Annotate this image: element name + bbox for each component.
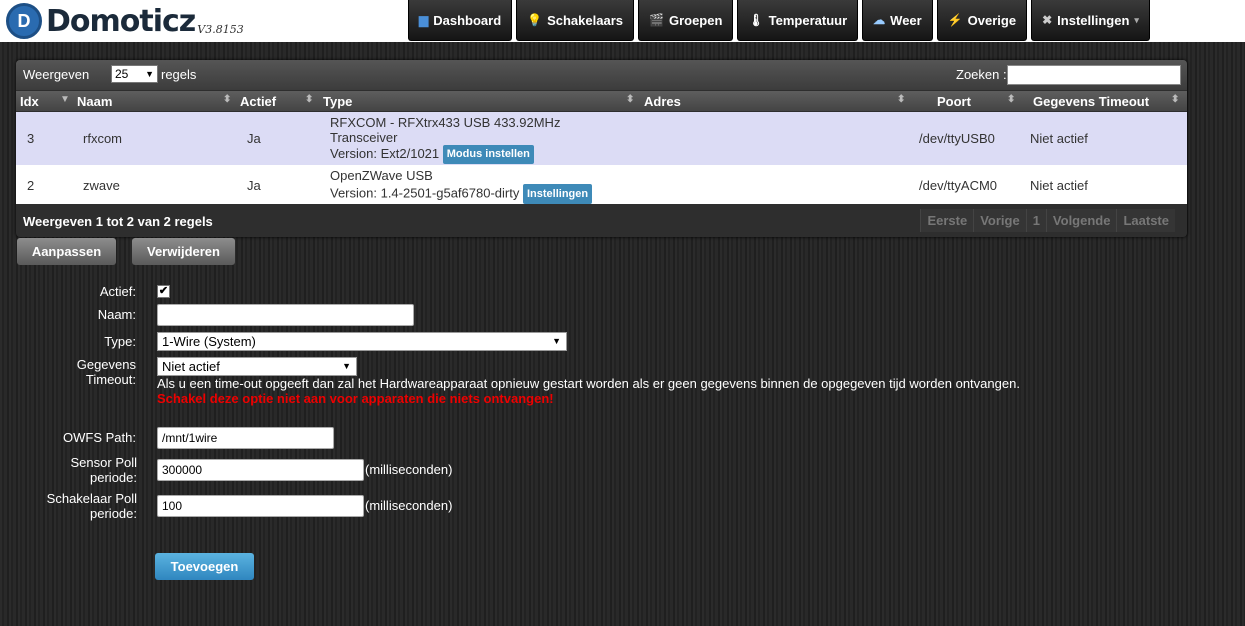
type-label: Type: — [104, 334, 136, 349]
name-label: Naam: — [97, 307, 136, 322]
scenes-icon: 🎬 — [649, 13, 664, 27]
sort-icon: ⬍ — [897, 94, 906, 105]
page-previous[interactable]: Vorige — [973, 209, 1026, 232]
timeout-warning: Schakel deze optie niet aan voor apparat… — [157, 391, 554, 406]
nav-utility[interactable]: ⚡ Overige — [936, 0, 1028, 41]
switch-poll-label: Schakelaar Poll periode: — [46, 491, 137, 521]
cell-port: /dev/ttyACM0 — [919, 178, 998, 193]
app-version: V3.8153 — [197, 22, 244, 36]
nav-temperature[interactable]: 🌡 Temperatuur — [737, 0, 859, 41]
col-timeout[interactable]: Gegevens Timeout — [1033, 94, 1149, 109]
page-first[interactable]: Eerste — [920, 209, 974, 232]
col-active[interactable]: Actief — [240, 94, 276, 109]
settings-button[interactable]: Instellingen — [522, 184, 593, 204]
table-row[interactable]: 3 rfxcom Ja RFXCOM - RFXtrx433 USB 433.9… — [16, 112, 1187, 165]
page-last[interactable]: Laatste — [1116, 209, 1175, 232]
rows-label: regels — [161, 67, 197, 82]
chevron-down-icon: ▼ — [145, 69, 154, 79]
timeout-select[interactable]: Niet actief ▼ — [157, 357, 357, 376]
sort-icon: ⬍ — [626, 94, 635, 105]
search-input[interactable] — [1007, 65, 1181, 85]
table-header: Idx ▼ Naam ⬍ Actief ⬍ Type ⬍ Adres ⬍ Poo… — [16, 91, 1187, 111]
cell-idx: 3 — [27, 131, 35, 146]
sensor-poll-unit: (milliseconden) — [365, 462, 453, 477]
switch-poll-field[interactable]: 100 — [157, 495, 364, 517]
pagination: Eerste Vorige 1 Volgende Laatste — [920, 209, 1175, 232]
show-label: Weergeven — [23, 67, 90, 82]
tools-icon: ✖ — [1042, 13, 1053, 27]
sort-icon: ⬍ — [1007, 94, 1016, 105]
cell-active: Ja — [247, 131, 261, 146]
table-row[interactable]: 2 zwave Ja OpenZWave USB Version: 1.4-25… — [16, 165, 1187, 204]
owfs-path-field[interactable]: /mnt/1wire — [157, 427, 334, 449]
sensor-poll-label: Sensor Poll periode: — [70, 455, 137, 485]
app-name: Domoticz — [46, 3, 196, 39]
active-checkbox[interactable]: ✔ — [157, 285, 170, 298]
name-field[interactable] — [157, 304, 414, 326]
sort-icon: ⬍ — [223, 94, 232, 105]
nav-dashboard[interactable]: ▆ Dashboard — [408, 0, 513, 41]
active-label: Actief: — [99, 284, 136, 299]
sort-desc-icon: ▼ — [60, 94, 70, 105]
col-port[interactable]: Poort — [937, 94, 971, 109]
switch-poll-unit: (milliseconden) — [365, 498, 453, 513]
search-label: Zoeken : — [956, 67, 1007, 82]
dashboard-icon: ▆ — [419, 13, 429, 27]
owfs-path-label: OWFS Path: — [63, 430, 136, 445]
cell-type: RFXCOM - RFXtrx433 USB 433.92MHz Transce… — [330, 115, 560, 164]
page-length-select[interactable]: 25 ▼ — [111, 65, 158, 83]
cell-timeout: Niet actief — [1030, 131, 1088, 146]
col-name[interactable]: Naam — [77, 94, 112, 109]
sensor-poll-field[interactable]: 300000 — [157, 459, 364, 481]
nav-scenes[interactable]: 🎬 Groepen — [638, 0, 734, 41]
delete-button[interactable]: Verwijderen — [132, 238, 235, 265]
update-button[interactable]: Aanpassen — [17, 238, 116, 265]
hardware-table-panel: Weergeven 25 ▼ regels Zoeken : Idx ▼ Naam… — [16, 60, 1187, 237]
nav-weather[interactable]: ☁ Weer — [862, 0, 933, 41]
top-header: D Domoticz V3.8153 ▆ Dashboard 💡 Schakelaa… — [0, 0, 1245, 42]
timeout-note: Als u een time-out opgeeft dan zal het H… — [157, 376, 1020, 391]
add-button[interactable]: Toevoegen — [155, 553, 254, 580]
set-mode-button[interactable]: Modus instellen — [442, 145, 534, 164]
type-select[interactable]: 1-Wire (System) ▼ — [157, 332, 567, 351]
col-idx[interactable]: Idx — [20, 94, 39, 109]
nav-switches[interactable]: 💡 Schakelaars — [516, 0, 634, 41]
page-next[interactable]: Volgende — [1045, 209, 1117, 232]
timeout-label: Gegevens Timeout: — [76, 357, 136, 387]
table-toolbar: Weergeven 25 ▼ regels Zoeken : — [16, 60, 1187, 90]
col-type[interactable]: Type — [323, 94, 352, 109]
cell-name: rfxcom — [83, 131, 122, 146]
chevron-down-icon: ▼ — [552, 336, 561, 346]
thermometer-icon: 🌡 — [748, 13, 764, 27]
logo[interactable]: D Domoticz V3.8153 — [6, 3, 244, 39]
utility-icon: ⚡ — [947, 13, 963, 27]
table-info: Weergeven 1 tot 2 van 2 regels — [23, 214, 213, 229]
sort-icon: ⬍ — [305, 94, 314, 105]
nav-setup[interactable]: ✖ Instellingen ▾ — [1031, 0, 1150, 41]
sort-icon: ⬍ — [1171, 94, 1180, 105]
chevron-down-icon: ▼ — [342, 361, 351, 371]
weather-icon: ☁ — [873, 13, 886, 27]
cell-idx: 2 — [27, 178, 35, 193]
cell-name: zwave — [83, 178, 120, 193]
cell-timeout: Niet actief — [1030, 178, 1088, 193]
domoticz-logo-icon: D — [6, 3, 42, 39]
chevron-down-icon: ▾ — [1134, 14, 1139, 25]
lightbulb-icon: 💡 — [527, 13, 543, 27]
cell-type: OpenZWave USB Version: 1.4-2501-g5af6780… — [330, 168, 593, 204]
main-nav: ▆ Dashboard 💡 Schakelaars 🎬 Groepen 🌡 Temper… — [408, 0, 1154, 41]
page-number[interactable]: 1 — [1025, 209, 1046, 232]
cell-active: Ja — [247, 178, 261, 193]
col-address[interactable]: Adres — [644, 94, 681, 109]
cell-port: /dev/ttyUSB0 — [919, 131, 995, 146]
